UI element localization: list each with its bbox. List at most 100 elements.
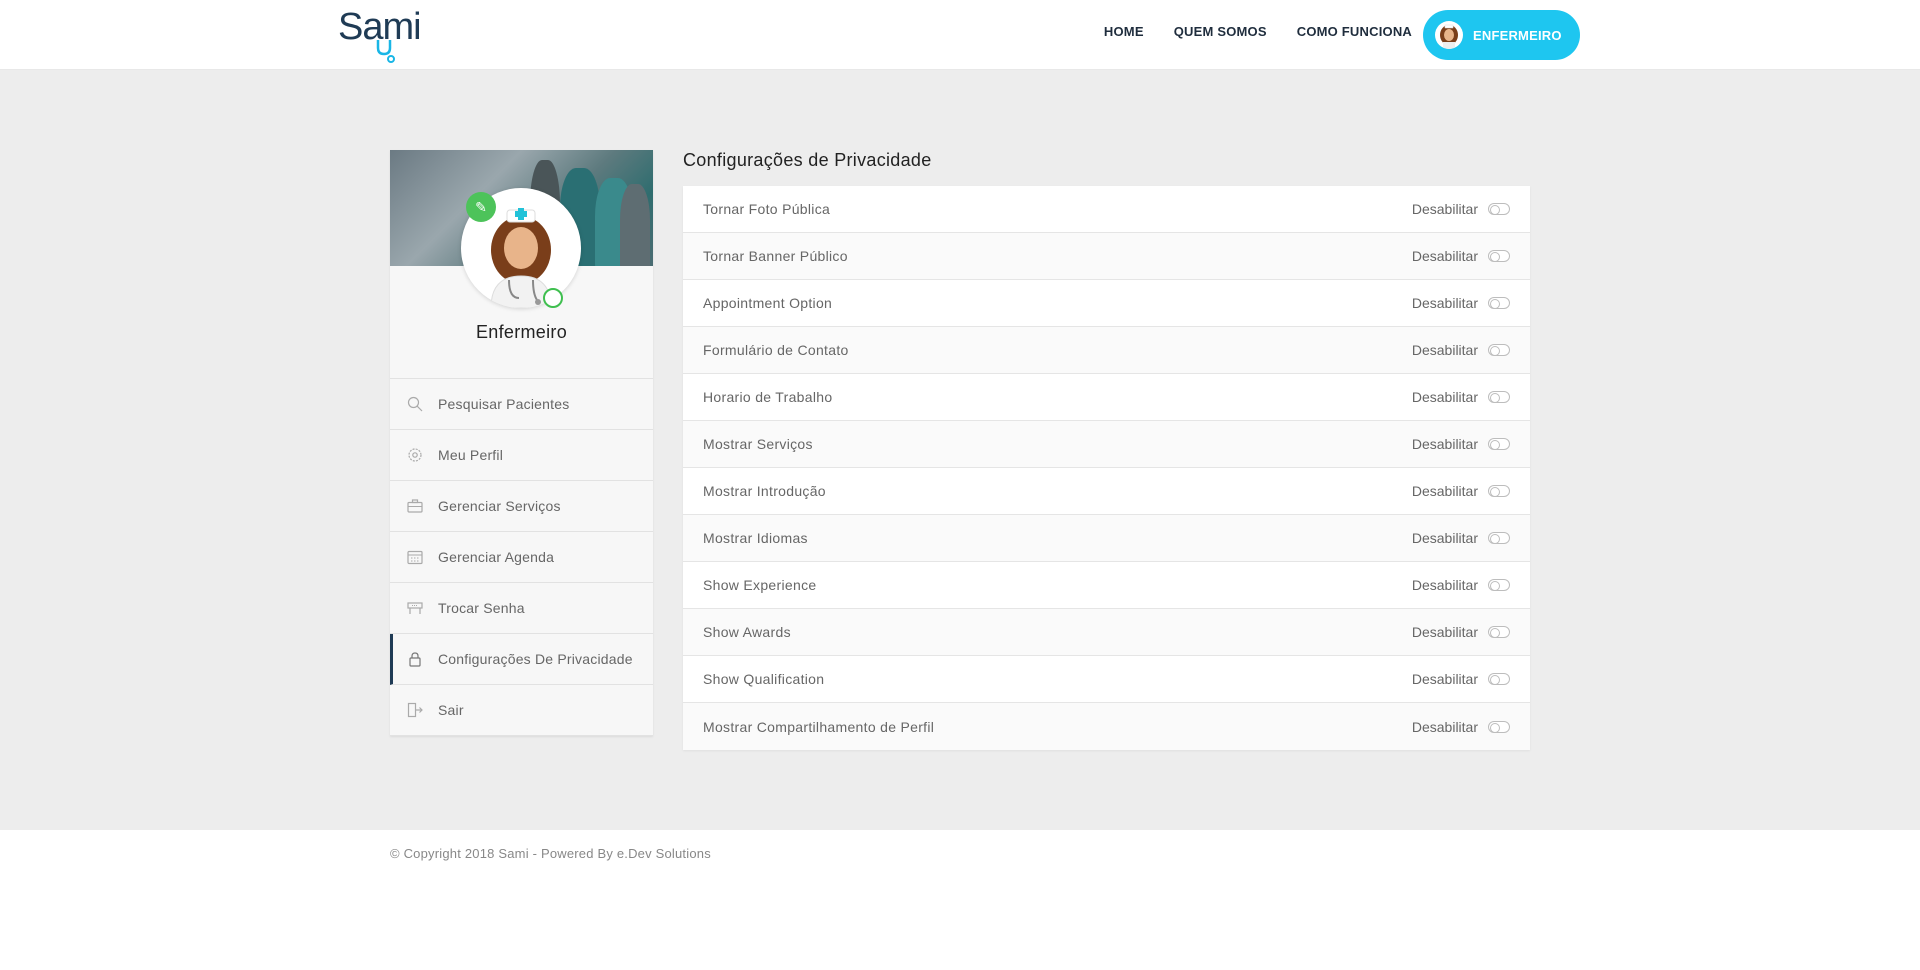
setting-label: Show Qualification <box>703 671 825 687</box>
user-menu-button[interactable]: ENFERMEIRO <box>1423 10 1580 60</box>
sidebar-item-configuracoes-de-privacidade[interactable]: Configurações De Privacidade <box>390 634 653 685</box>
sidebar-item-label: Pesquisar Pacientes <box>438 396 570 412</box>
setting-label: Horario de Trabalho <box>703 389 833 405</box>
calendar-icon <box>406 548 424 566</box>
content-area: ✎ Enfermeiro Pesquisar Pacientes Meu Per… <box>0 70 1920 830</box>
setting-row-formulario-de-contato: Formulário de Contato Desabilitar <box>683 327 1530 374</box>
stethoscope-icon <box>376 40 395 63</box>
setting-control: Desabilitar <box>1412 624 1510 640</box>
sidebar-item-label: Gerenciar Serviços <box>438 498 561 514</box>
toggle-switch[interactable] <box>1488 532 1510 544</box>
page-title: Configurações de Privacidade <box>683 150 932 170</box>
toggle-switch[interactable] <box>1488 673 1510 685</box>
setting-control: Desabilitar <box>1412 719 1510 735</box>
nav-como-funciona[interactable]: COMO FUNCIONA <box>1297 24 1412 39</box>
setting-control: Desabilitar <box>1412 342 1510 358</box>
setting-status: Desabilitar <box>1411 718 1478 735</box>
sidebar-item-label: Trocar Senha <box>438 600 525 616</box>
setting-label: Show Experience <box>703 577 817 593</box>
user-menu-label: ENFERMEIRO <box>1473 27 1562 43</box>
toggle-switch[interactable] <box>1488 485 1510 497</box>
setting-row-mostrar-introducao: Mostrar Introdução Desabilitar <box>683 468 1530 515</box>
sidebar-item-pesquisar-pacientes[interactable]: Pesquisar Pacientes <box>390 379 653 430</box>
setting-status: Desabilitar <box>1411 389 1478 405</box>
key-icon <box>406 599 424 617</box>
main-nav: HOME QUEM SOMOS COMO FUNCIONA <box>1074 24 1412 39</box>
toggle-switch[interactable] <box>1488 626 1510 638</box>
sidebar-item-label: Gerenciar Agenda <box>438 549 555 565</box>
setting-status: Desabilitar <box>1411 248 1478 264</box>
toggle-switch[interactable] <box>1488 250 1510 262</box>
setting-row-show-experience: Show Experience Desabilitar <box>683 562 1530 609</box>
setting-control: Desabilitar <box>1412 295 1510 311</box>
setting-label: Mostrar Introdução <box>703 483 826 499</box>
toggle-switch[interactable] <box>1488 720 1510 733</box>
setting-label: Mostrar Idiomas <box>703 530 808 546</box>
setting-label: Mostrar Compartilhamento de Perfil <box>703 718 935 735</box>
gear-icon <box>406 446 424 464</box>
sidebar-item-trocar-senha[interactable]: Trocar Senha <box>390 583 653 634</box>
sidebar-item-label: Meu Perfil <box>438 447 504 463</box>
sidebar-item-sair[interactable]: Sair <box>390 685 653 736</box>
copyright-text: © Copyright 2018 Sami - Powered By e.Dev… <box>390 846 711 861</box>
sidebar-item-meu-perfil[interactable]: Meu Perfil <box>390 430 653 481</box>
setting-control: Desabilitar <box>1412 389 1510 405</box>
setting-status: Desabilitar <box>1411 483 1478 499</box>
setting-label: Show Awards <box>703 624 791 640</box>
pencil-icon: ✎ <box>475 198 487 215</box>
footer: © Copyright 2018 Sami - Powered By e.Dev… <box>0 830 1920 970</box>
setting-label: Formulário de Contato <box>703 342 849 358</box>
toggle-switch[interactable] <box>1488 579 1510 591</box>
sidebar: ✎ Enfermeiro Pesquisar Pacientes Meu Per… <box>390 150 653 736</box>
nav-home[interactable]: HOME <box>1104 24 1144 39</box>
setting-status: Desabilitar <box>1411 436 1478 452</box>
setting-control: Desabilitar <box>1412 530 1510 546</box>
toggle-switch[interactable] <box>1488 203 1510 215</box>
setting-row-mostrar-idiomas: Mostrar Idiomas Desabilitar <box>683 515 1530 562</box>
setting-label: Tornar Foto Pública <box>703 201 831 217</box>
nav-quem-somos[interactable]: QUEM SOMOS <box>1174 24 1267 39</box>
toggle-switch[interactable] <box>1488 438 1510 450</box>
setting-status: Desabilitar <box>1411 624 1478 640</box>
setting-status: Desabilitar <box>1411 530 1478 546</box>
setting-control: Desabilitar <box>1412 577 1510 593</box>
setting-status: Desabilitar <box>1411 577 1478 593</box>
setting-row-tornar-foto-publica: Tornar Foto Pública Desabilitar <box>683 186 1530 233</box>
setting-control: Desabilitar <box>1412 201 1510 217</box>
toggle-switch[interactable] <box>1488 297 1510 309</box>
setting-label: Tornar Banner Público <box>703 248 848 264</box>
user-avatar <box>1435 21 1463 49</box>
top-header: Sami HOME QUEM SOMOS COMO FUNCIONA ENFER… <box>0 0 1920 70</box>
logout-icon <box>406 701 424 719</box>
setting-row-show-awards: Show Awards Desabilitar <box>683 609 1530 656</box>
setting-label: Mostrar Serviços <box>703 436 813 452</box>
setting-control: Desabilitar <box>1412 436 1510 452</box>
setting-row-horario-de-trabalho: Horario de Trabalho Desabilitar <box>683 374 1530 421</box>
setting-label: Appointment Option <box>703 295 833 311</box>
setting-row-show-qualification: Show Qualification Desabilitar <box>683 656 1530 703</box>
edit-profile-button[interactable]: ✎ <box>466 192 496 222</box>
setting-row-appointment-option: Appointment Option Desabilitar <box>683 280 1530 327</box>
sidebar-menu: Pesquisar Pacientes Meu Perfil Gerenciar… <box>390 378 653 736</box>
online-status-indicator <box>543 288 563 308</box>
setting-control: Desabilitar <box>1412 483 1510 499</box>
setting-status: Desabilitar <box>1411 671 1478 687</box>
sidebar-item-gerenciar-servicos[interactable]: Gerenciar Serviços <box>390 481 653 532</box>
toggle-switch[interactable] <box>1488 344 1510 356</box>
sidebar-item-gerenciar-agenda[interactable]: Gerenciar Agenda <box>390 532 653 583</box>
sidebar-item-label: Sair <box>438 702 464 718</box>
toggle-switch[interactable] <box>1488 391 1510 403</box>
logo[interactable]: Sami <box>338 6 430 64</box>
setting-row-mostrar-servicos: Mostrar Serviços Desabilitar <box>683 421 1530 468</box>
briefcase-icon <box>406 497 424 515</box>
setting-status: Desabilitar <box>1411 201 1478 217</box>
setting-control: Desabilitar <box>1412 671 1510 687</box>
sidebar-item-label: Configurações De Privacidade <box>438 651 633 667</box>
lock-icon <box>406 650 424 668</box>
privacy-settings-list: Tornar Foto Pública Desabilitar Tornar B… <box>683 186 1530 750</box>
search-icon <box>406 395 424 413</box>
setting-row-mostrar-compartilhamento-de-perfil: Mostrar Compartilhamento de Perfil Desab… <box>683 703 1530 750</box>
setting-row-tornar-banner-publico: Tornar Banner Público Desabilitar <box>683 233 1530 280</box>
setting-control: Desabilitar <box>1412 248 1510 264</box>
setting-status: Desabilitar <box>1411 342 1478 358</box>
